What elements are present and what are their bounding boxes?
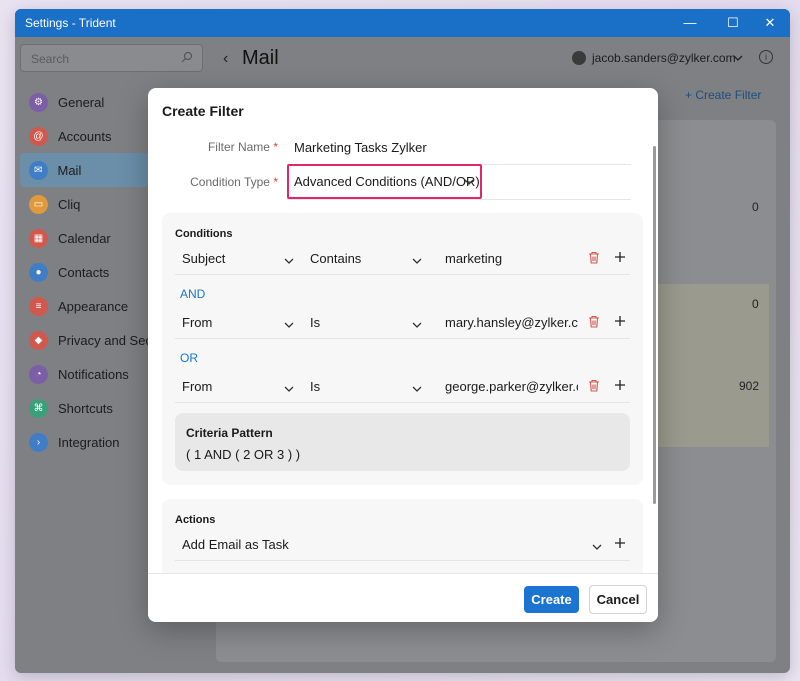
dialog-scrollbar[interactable]: [653, 146, 656, 504]
close-window-button[interactable]: ✕: [755, 13, 785, 33]
add-icon[interactable]: [612, 313, 628, 329]
filter-name-label: Filter Name *: [207, 140, 278, 154]
calendar-icon: ▦: [29, 228, 48, 248]
maximize-button[interactable]: ☐: [718, 13, 748, 33]
minimize-button[interactable]: —: [675, 13, 705, 33]
command-icon: ⌘: [29, 398, 48, 418]
condition-value-input[interactable]: george.parker@zylker.co: [445, 379, 578, 394]
at-icon: @: [29, 126, 48, 146]
chevron-down-icon[interactable]: [284, 382, 294, 397]
filter-count: 902: [739, 379, 760, 393]
filter-name-input[interactable]: Marketing Tasks Zylker: [294, 140, 427, 155]
sidebar-item-label: Shortcuts: [58, 400, 113, 416]
sidebar-item-mail[interactable]: ✉ Mail: [20, 153, 150, 187]
shield-icon: ◆: [29, 330, 48, 350]
divider: [175, 402, 630, 403]
criteria-pattern-title: Criteria Pattern: [186, 426, 273, 440]
sidebar-item-label: Notifications: [58, 366, 129, 382]
sidebar-item-label: Privacy and Security: [58, 332, 153, 348]
divider: [175, 274, 630, 275]
chat-icon: ▭: [29, 194, 48, 214]
chevron-down-icon[interactable]: [733, 51, 743, 66]
add-icon[interactable]: [612, 377, 628, 393]
actions-section: Actions Add Email as Task: [162, 499, 643, 579]
add-icon[interactable]: [612, 535, 628, 551]
sidebar-item-label: Mail: [57, 162, 82, 178]
search-placeholder: Search: [31, 52, 70, 66]
window-title: Settings - Trident: [25, 16, 116, 30]
search-input[interactable]: Search: [20, 44, 203, 72]
connector-and[interactable]: AND: [180, 287, 205, 301]
sidebar-item-label: General: [58, 94, 105, 110]
title-bar: Settings - Trident — ☐ ✕: [15, 9, 790, 37]
avatar: [572, 51, 586, 65]
chevron-down-icon[interactable]: [284, 318, 294, 333]
info-icon[interactable]: i: [759, 50, 773, 64]
trash-icon[interactable]: [586, 313, 602, 329]
terminal-icon: ›: [29, 432, 48, 452]
conditions-section: Conditions Subject Contains marketing AN…: [162, 213, 643, 485]
actions-title: Actions: [175, 514, 216, 526]
sliders-icon: ≡: [29, 296, 48, 316]
chevron-down-icon[interactable]: [412, 382, 422, 397]
create-filter-dialog: Create Filter Filter Name * Marketing Ta…: [148, 88, 658, 622]
filter-count: 0: [752, 297, 759, 311]
sidebar-item-label: Contacts: [58, 264, 110, 280]
dialog-footer: Create Cancel: [148, 573, 658, 622]
page-title: Mail: [242, 47, 279, 69]
cancel-button[interactable]: Cancel: [589, 585, 647, 614]
condition-field-select[interactable]: From: [182, 315, 272, 330]
search-icon: [181, 51, 193, 66]
sidebar-item-label: Integration: [58, 434, 120, 450]
account-email: jacob.sanders@zylker.com: [592, 51, 736, 65]
mail-icon: ✉: [29, 160, 48, 180]
chevron-down-icon[interactable]: [412, 254, 422, 269]
sidebar-item-label: Appearance: [58, 298, 129, 314]
create-filter-link[interactable]: + Create Filter: [685, 88, 761, 102]
contacts-icon: ●: [29, 262, 48, 282]
bell-icon: ◔: [29, 364, 48, 384]
condition-type-select[interactable]: Advanced Conditions (AND/OR): [287, 164, 482, 199]
condition-operator-select[interactable]: Is: [310, 315, 400, 330]
condition-field-select[interactable]: From: [182, 379, 272, 394]
filter-count: 0: [752, 200, 759, 214]
chevron-down-icon[interactable]: [592, 540, 602, 555]
condition-operator-select[interactable]: Is: [310, 379, 400, 394]
condition-value-input[interactable]: mary.hansley@zylker.con: [445, 315, 578, 330]
chevron-down-icon[interactable]: [412, 318, 422, 333]
sidebar-item-label: Calendar: [58, 230, 111, 246]
condition-type-label: Condition Type *: [190, 175, 278, 189]
trash-icon[interactable]: [586, 377, 602, 393]
conditions-title: Conditions: [175, 228, 233, 240]
back-icon[interactable]: ‹: [223, 50, 228, 68]
connector-or[interactable]: OR: [180, 351, 198, 365]
account-switcher[interactable]: jacob.sanders@zylker.com: [572, 51, 736, 65]
sidebar-item-label: Accounts: [58, 128, 112, 144]
condition-type-value: Advanced Conditions (AND/OR): [294, 174, 480, 189]
create-button[interactable]: Create: [524, 586, 579, 613]
sidebar-item-label: Cliq: [58, 196, 81, 212]
divider: [287, 199, 631, 200]
condition-field-select[interactable]: Subject: [182, 251, 272, 266]
action-select[interactable]: Add Email as Task: [182, 537, 482, 552]
criteria-pattern: Criteria Pattern ( 1 AND ( 2 OR 3 ) ): [175, 413, 630, 471]
chevron-down-icon[interactable]: [284, 254, 294, 269]
divider: [175, 338, 630, 339]
add-icon[interactable]: [612, 249, 628, 265]
condition-operator-select[interactable]: Contains: [310, 251, 400, 266]
criteria-pattern-value: ( 1 AND ( 2 OR 3 ) ): [186, 447, 301, 462]
gear-icon: ⚙: [29, 92, 48, 112]
trash-icon[interactable]: [586, 249, 602, 265]
condition-value-input[interactable]: marketing: [445, 251, 578, 266]
divider: [175, 560, 630, 561]
chevron-down-icon: [464, 175, 474, 190]
dialog-title: Create Filter: [162, 103, 244, 119]
